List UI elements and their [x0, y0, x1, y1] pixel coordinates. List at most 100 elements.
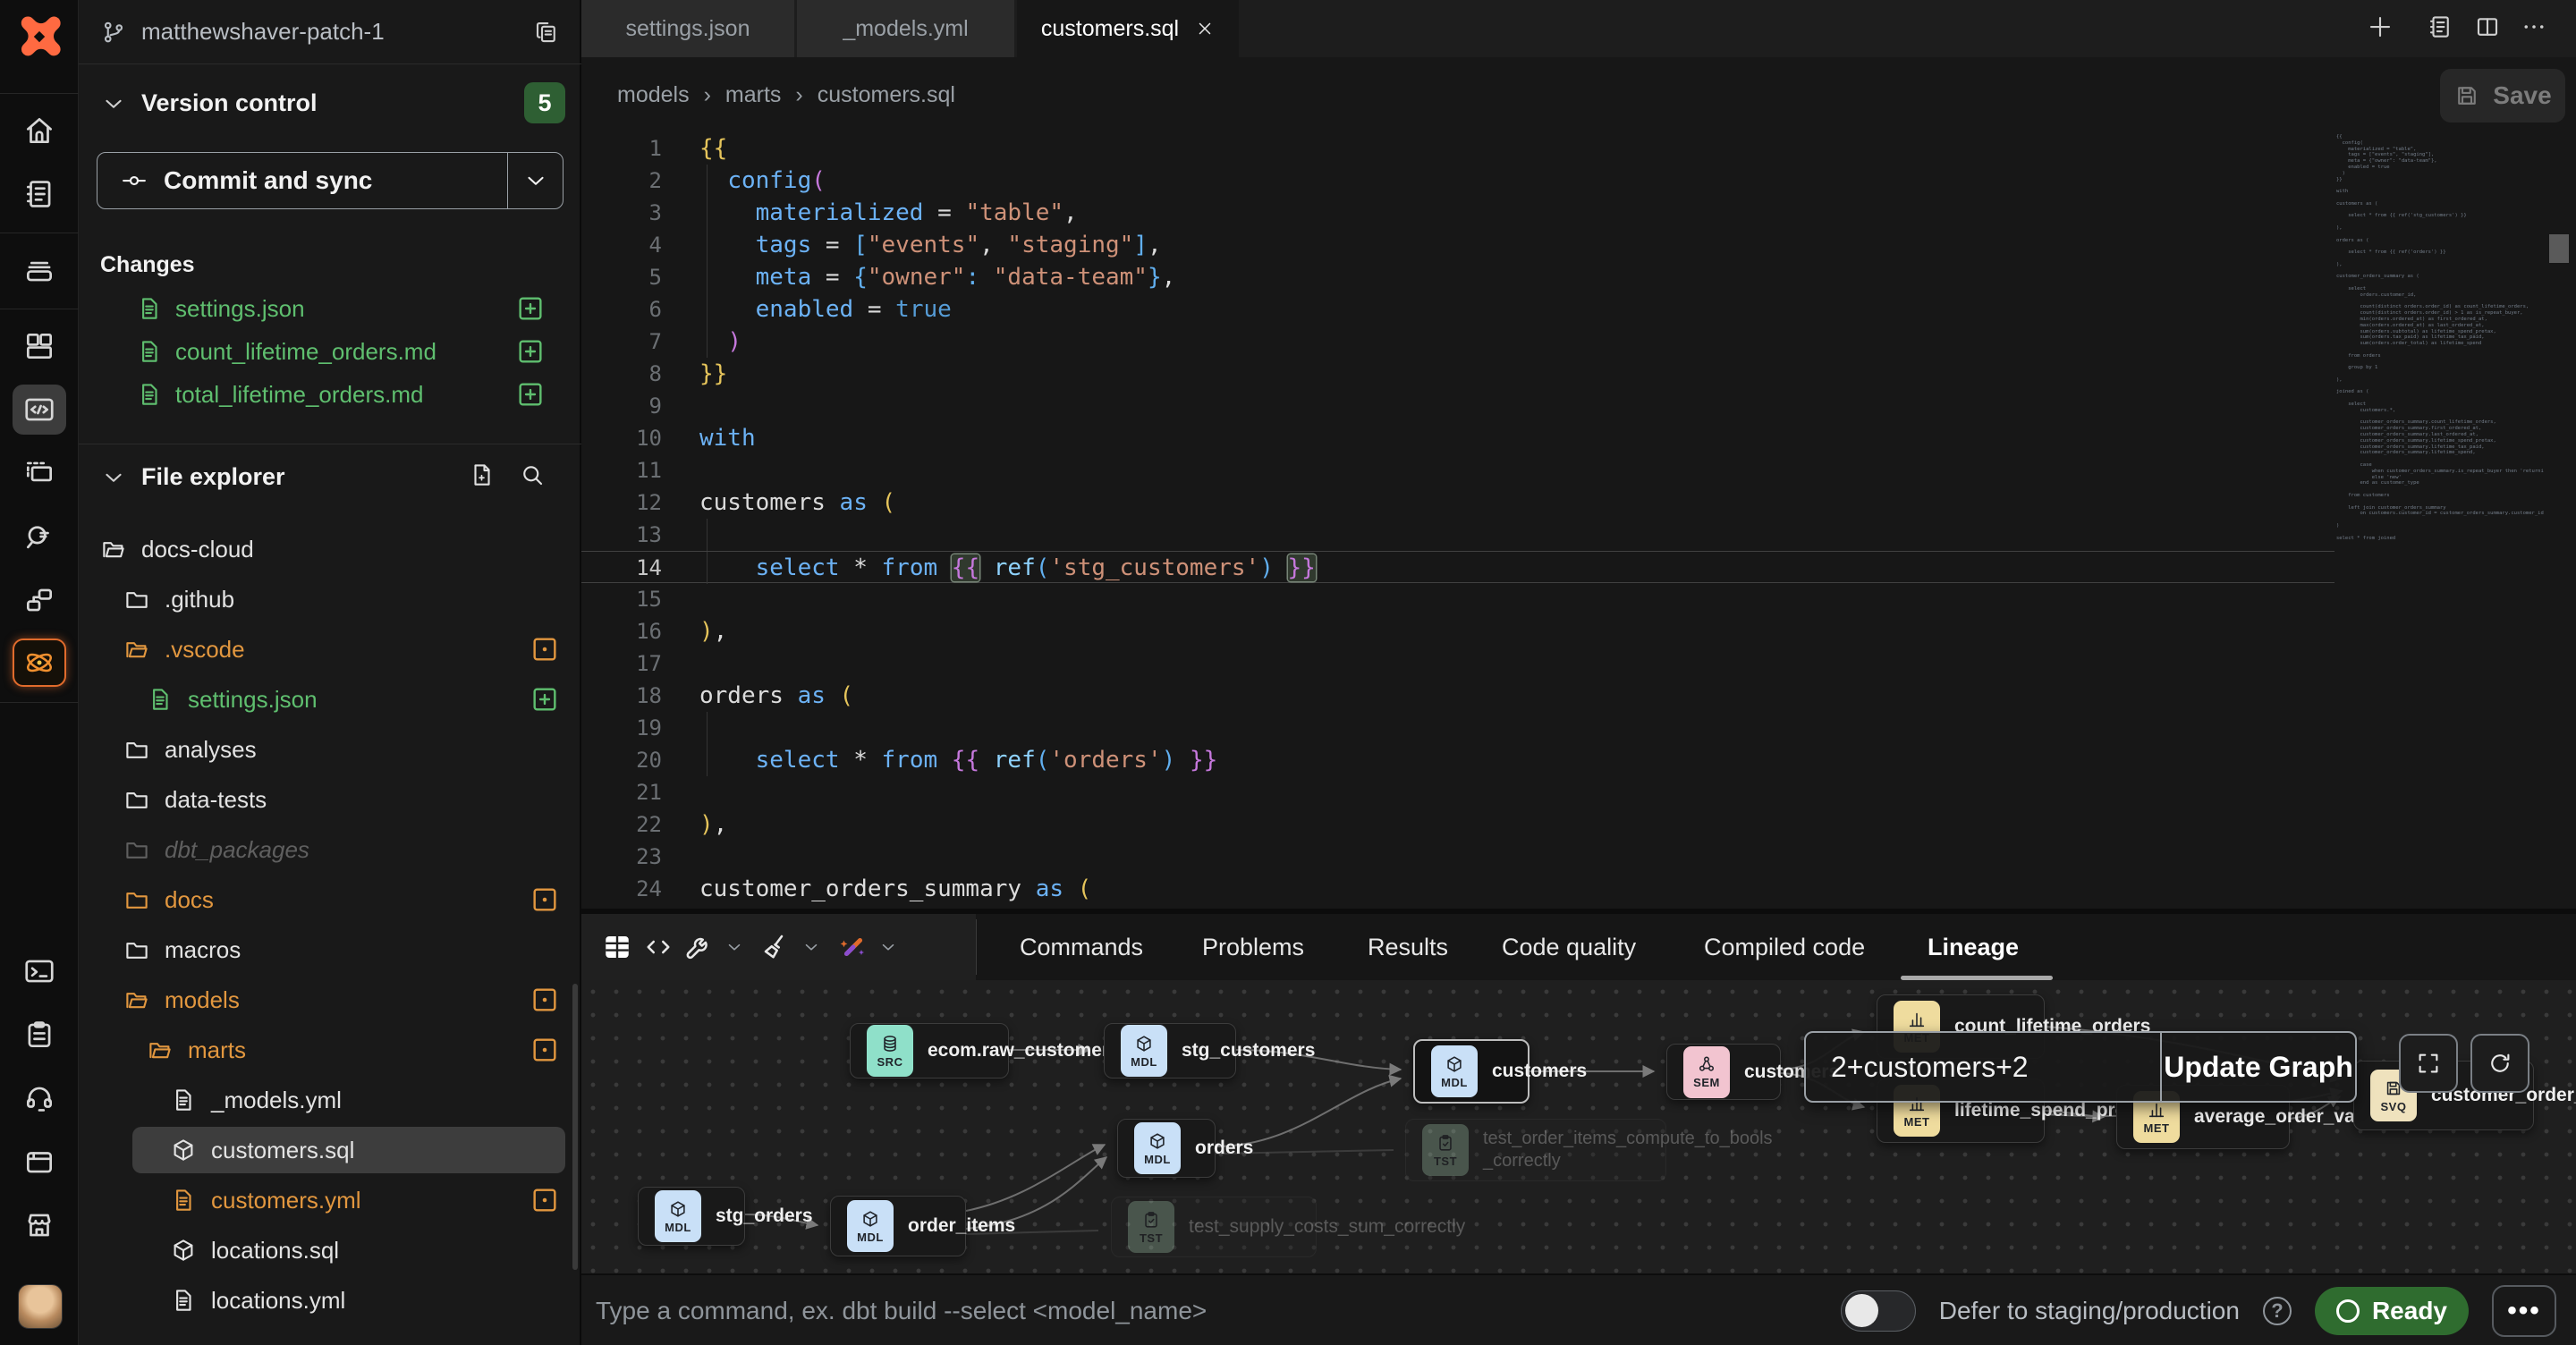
- copy-icon[interactable]: [533, 19, 560, 46]
- branch-selector[interactable]: matthewshaver-patch-1: [79, 0, 581, 64]
- changed-file-row[interactable]: count_lifetime_orders.md: [79, 331, 581, 372]
- tree-item-docs[interactable]: docs: [79, 875, 581, 925]
- tree-item--github[interactable]: .github: [79, 574, 581, 624]
- sidebar-scrollbar[interactable]: [572, 984, 578, 1270]
- panel-tab-results[interactable]: Results: [1368, 914, 1448, 980]
- file-explorer-header[interactable]: File explorer: [100, 463, 285, 491]
- code-editor[interactable]: 1{{2 config(3 materialized = "table",4 t…: [581, 132, 2334, 909]
- panel-tab-code-quality[interactable]: Code quality: [1502, 914, 1636, 980]
- rail-item-code[interactable]: [13, 385, 66, 435]
- lineage-node-test-supply-costs[interactable]: TSTtest_supply_costs_sum_correctly: [1111, 1197, 1317, 1257]
- stage-file-icon[interactable]: [515, 336, 546, 367]
- tree-item-dbt-packages[interactable]: dbt_packages: [79, 825, 581, 875]
- lineage-selector-input[interactable]: 2+customers+2: [1806, 1033, 2160, 1101]
- minimap[interactable]: {{ config( materialized = "table", tags …: [2336, 134, 2544, 706]
- rail-item-browser[interactable]: [13, 1137, 66, 1187]
- tree-item-macros[interactable]: macros: [79, 925, 581, 975]
- panel-tab-commands[interactable]: Commands: [1020, 914, 1143, 980]
- chevron-down-icon[interactable]: [801, 937, 821, 957]
- compile-code-icon[interactable]: [642, 931, 674, 963]
- lineage-node-customers-semantic[interactable]: SEMcustomers: [1666, 1044, 1781, 1100]
- command-input[interactable]: Type a command, ex. dbt build --select <…: [596, 1297, 1207, 1325]
- tab-overflow-icon[interactable]: [2521, 13, 2547, 40]
- chevron-down-icon[interactable]: [724, 937, 744, 957]
- lineage-node-test-order-items[interactable]: TSTtest_order_items_compute_to_bools _co…: [1405, 1119, 1666, 1181]
- new-file-icon[interactable]: [469, 461, 496, 488]
- tab-settings-json[interactable]: settings.json: [581, 0, 794, 57]
- stage-file-icon[interactable]: [515, 379, 546, 410]
- panel-tab-problems[interactable]: Problems: [1202, 914, 1304, 980]
- staged-indicator-icon[interactable]: [530, 684, 560, 715]
- search-icon[interactable]: [519, 461, 546, 488]
- commit-and-sync-button[interactable]: Commit and sync: [97, 152, 564, 209]
- changed-file-row[interactable]: settings.json: [79, 288, 581, 329]
- editor-scrollbar-thumb[interactable]: [2549, 234, 2569, 263]
- avatar[interactable]: [18, 1284, 63, 1329]
- rail-item-scope[interactable]: [13, 512, 66, 562]
- tree-item-analyses[interactable]: analyses: [79, 724, 581, 774]
- version-control-header[interactable]: Version control: [100, 89, 318, 117]
- tree-item-docs-cloud[interactable]: docs-cloud: [79, 524, 581, 574]
- rail-item-journal[interactable]: [13, 169, 66, 219]
- panel-tab-lineage[interactable]: Lineage: [1928, 914, 2019, 980]
- modified-indicator-icon[interactable]: [530, 884, 560, 915]
- tree-item-locations-yml[interactable]: locations.yml: [79, 1275, 581, 1325]
- lineage-fullscreen-button[interactable]: [2399, 1034, 2458, 1093]
- more-options-button[interactable]: •••: [2492, 1285, 2556, 1337]
- lineage-node-ecom-raw-customers[interactable]: SRCecom.raw_customers: [850, 1023, 1009, 1079]
- rail-item-frame[interactable]: [13, 448, 66, 498]
- build-icon[interactable]: [683, 931, 716, 963]
- modified-indicator-icon[interactable]: [530, 1185, 560, 1215]
- rail-item-headset[interactable]: [13, 1073, 66, 1123]
- tree-item-data-tests[interactable]: data-tests: [79, 774, 581, 825]
- stage-file-icon[interactable]: [515, 293, 546, 324]
- breadcrumb-item[interactable]: marts: [725, 82, 782, 108]
- rail-item-store[interactable]: [13, 1200, 66, 1250]
- modified-indicator-icon[interactable]: [530, 634, 560, 664]
- format-icon[interactable]: [760, 931, 792, 963]
- lineage-node-customers-model[interactable]: MDLcustomers: [1413, 1039, 1530, 1104]
- copilot-generate-icon[interactable]: [837, 931, 869, 963]
- tree-item-locations-sql[interactable]: locations.sql: [79, 1225, 581, 1275]
- breadcrumb-item[interactable]: customers.sql: [818, 82, 955, 108]
- status-badge[interactable]: Ready: [2315, 1287, 2469, 1335]
- tree-item-customers-sql[interactable]: customers.sql: [79, 1125, 581, 1175]
- split-editor-icon[interactable]: [2474, 13, 2501, 40]
- preview-table-icon[interactable]: [601, 931, 633, 963]
- changed-file-row[interactable]: total_lifetime_orders.md: [79, 374, 581, 415]
- lineage-node-stg-customers[interactable]: MDLstg_customers: [1104, 1023, 1236, 1079]
- modified-indicator-icon[interactable]: [530, 1035, 560, 1065]
- tree-item--vscode[interactable]: .vscode: [79, 624, 581, 674]
- rail-item-stack[interactable]: [13, 245, 66, 295]
- tree-item-models[interactable]: models: [79, 975, 581, 1025]
- modified-indicator-icon[interactable]: [530, 985, 560, 1015]
- tab-_models-yml[interactable]: _models.yml: [797, 0, 1014, 57]
- tab-customers-sql[interactable]: customers.sql: [1017, 0, 1239, 57]
- lineage-node-order-items[interactable]: MDLorder_items: [830, 1196, 966, 1256]
- commit-options-caret[interactable]: [507, 153, 563, 208]
- tree-item--models-yml[interactable]: _models.yml: [79, 1075, 581, 1125]
- tree-item-customers-yml[interactable]: customers.yml: [79, 1175, 581, 1225]
- rail-item-copilot[interactable]: [13, 639, 66, 687]
- lineage-canvas[interactable]: SRCecom.raw_customers MDLstg_customers MDL…: [581, 980, 2576, 1273]
- defer-toggle[interactable]: [1841, 1290, 1916, 1332]
- journal-icon[interactable]: [2427, 13, 2453, 40]
- rail-item-terminal[interactable]: [13, 946, 66, 996]
- help-icon[interactable]: ?: [2263, 1297, 2292, 1325]
- close-icon[interactable]: [1195, 19, 1215, 38]
- rail-item-flow[interactable]: [13, 575, 66, 625]
- panel-tab-compiled-code[interactable]: Compiled code: [1704, 914, 1865, 980]
- rail-item-checklist[interactable]: [13, 1010, 66, 1060]
- tree-item-marts[interactable]: marts: [79, 1025, 581, 1075]
- lineage-node-orders[interactable]: MDLorders: [1117, 1119, 1216, 1178]
- chevron-down-icon[interactable]: [878, 937, 898, 957]
- breadcrumb-item[interactable]: models: [617, 82, 690, 108]
- lineage-node-stg-orders[interactable]: MDLstg_orders: [638, 1187, 745, 1246]
- update-graph-button[interactable]: Update Graph: [2160, 1033, 2355, 1101]
- rail-item-grid[interactable]: [13, 321, 66, 371]
- new-tab-icon[interactable]: [2367, 13, 2394, 40]
- tree-item-settings-json[interactable]: settings.json: [79, 674, 581, 724]
- save-button[interactable]: Save: [2440, 69, 2565, 123]
- commit-and-sync-main[interactable]: Commit and sync: [97, 153, 507, 208]
- lineage-refresh-button[interactable]: [2470, 1034, 2529, 1093]
